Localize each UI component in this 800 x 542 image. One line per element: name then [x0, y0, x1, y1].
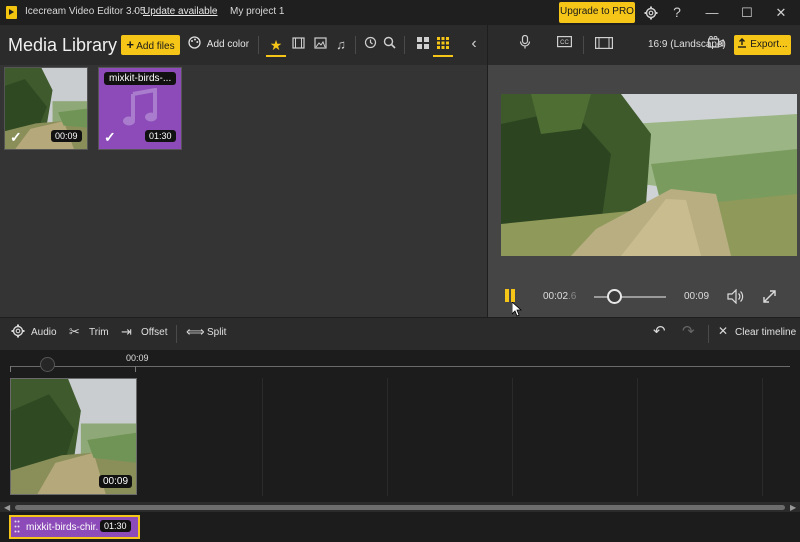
maximize-button[interactable]: ☐: [732, 2, 762, 23]
library-item-name: mixkit-birds-...: [104, 72, 177, 85]
audio-clip-duration: 01:30: [100, 520, 131, 532]
offset-tool-button[interactable]: Offset: [141, 327, 168, 338]
recent-clock-icon[interactable]: [360, 35, 380, 55]
library-item-duration: 00:09: [51, 130, 82, 142]
small-grid-view-icon[interactable]: [433, 35, 453, 55]
subtitles-cc-icon[interactable]: CC: [554, 35, 574, 55]
add-files-button[interactable]: + Add files: [121, 35, 180, 55]
project-name: My project 1: [230, 6, 285, 17]
split-icon[interactable]: ⟺: [186, 324, 205, 340]
toolbar-divider: [176, 325, 177, 343]
camera-record-icon[interactable]: [706, 35, 726, 55]
export-arrow-icon: [738, 38, 747, 48]
current-time: 00:02.6: [543, 291, 576, 302]
timeline-scrollbar[interactable]: [15, 505, 785, 510]
scroll-right-arrow-icon[interactable]: ▶: [790, 503, 796, 512]
microphone-icon[interactable]: [515, 34, 535, 55]
ruler-tick: [10, 366, 11, 372]
pause-icon-bar-left: [505, 289, 509, 302]
clear-x-icon[interactable]: ✕: [718, 324, 728, 338]
music-note-icon: [123, 88, 157, 126]
seek-slider-track[interactable]: [594, 296, 666, 298]
close-button[interactable]: ✕: [766, 2, 796, 23]
current-time-fraction: .6: [568, 291, 577, 302]
collapse-panel-chevron-left-icon[interactable]: ‹: [464, 34, 484, 54]
video-preview[interactable]: [501, 94, 797, 256]
add-color-button[interactable]: Add color: [188, 35, 252, 55]
toolbar-divider: [583, 36, 584, 54]
add-color-label: Add color: [206, 39, 250, 50]
audio-settings-gear-icon[interactable]: [11, 324, 25, 341]
scroll-left-arrow-icon[interactable]: ◀: [4, 503, 10, 512]
palette-icon: [188, 36, 201, 49]
timeline-gridline: [262, 378, 263, 496]
media-library-title: Media Library: [8, 35, 118, 55]
pause-icon-bar-right: [511, 289, 515, 302]
export-label: Export...: [750, 39, 788, 50]
gear-icon: [644, 6, 658, 20]
video-frame-image: [501, 94, 797, 256]
toolbar-divider: [404, 36, 405, 54]
selected-check-icon: ✓: [10, 129, 22, 145]
timeline-gridline: [387, 378, 388, 496]
edit-toolbar: [0, 317, 800, 350]
drag-handle-icon[interactable]: [14, 520, 20, 533]
toolbar-divider: [355, 36, 356, 54]
clear-timeline-button[interactable]: Clear timeline: [735, 327, 796, 338]
ruler-tick: [135, 366, 136, 372]
app-logo-icon: [6, 6, 17, 19]
export-button[interactable]: Export...: [734, 35, 791, 55]
timeline-gridline: [512, 378, 513, 496]
panel-divider[interactable]: [487, 25, 488, 317]
filter-selected-indicator: [266, 55, 286, 57]
total-duration: 00:09: [684, 291, 710, 302]
upgrade-to-pro-button[interactable]: Upgrade to PRO: [559, 2, 635, 23]
audio-tool-button[interactable]: Audio: [31, 327, 57, 338]
undo-icon[interactable]: ↶: [653, 322, 666, 340]
view-selected-indicator: [433, 55, 453, 57]
app-title: Icecream Video Editor 3.05: [25, 6, 146, 17]
minimize-button[interactable]: —: [697, 2, 727, 23]
help-button[interactable]: ?: [662, 2, 692, 23]
volume-icon[interactable]: [727, 288, 745, 307]
aspect-ratio-frame-icon[interactable]: [594, 35, 614, 55]
fullscreen-expand-icon[interactable]: [762, 289, 777, 307]
current-time-main: 00:02: [543, 291, 569, 302]
clip-duration: 00:09: [99, 475, 133, 488]
timeline-gridline: [637, 378, 638, 496]
toolbar-divider: [258, 36, 259, 54]
image-filter-icon[interactable]: [310, 35, 330, 55]
timeline-ruler[interactable]: [10, 366, 790, 367]
toolbar-divider: [708, 325, 709, 343]
selected-check-icon: ✓: [104, 129, 116, 145]
favorites-filter-star-icon[interactable]: ★: [266, 35, 286, 55]
video-filter-icon[interactable]: [288, 35, 308, 55]
update-available-link[interactable]: Update available: [143, 6, 218, 17]
add-files-label: Add files: [136, 41, 175, 52]
library-item-duration: 01:30: [145, 130, 176, 142]
redo-icon[interactable]: ↷: [682, 322, 695, 340]
title-separator: -: [133, 6, 137, 17]
timeline-gridline: [762, 378, 763, 496]
mouse-pointer-icon: [512, 302, 522, 317]
split-tool-button[interactable]: Split: [207, 327, 226, 338]
scissors-icon[interactable]: ✂: [69, 324, 80, 340]
search-icon[interactable]: [379, 35, 399, 55]
ruler-time-label: 00:09: [126, 353, 149, 363]
svg-text:CC: CC: [560, 40, 569, 46]
audio-filter-music-icon[interactable]: ♫: [331, 35, 351, 55]
timeline-playhead[interactable]: [40, 357, 55, 372]
large-grid-view-icon[interactable]: [413, 35, 433, 55]
plus-icon: +: [126, 37, 134, 52]
trim-tool-button[interactable]: Trim: [89, 327, 109, 338]
offset-arrow-icon[interactable]: ⇥: [121, 324, 132, 340]
title-separator-2: -: [214, 6, 218, 17]
audio-clip-name: mixkit-birds-chir...: [26, 522, 98, 533]
